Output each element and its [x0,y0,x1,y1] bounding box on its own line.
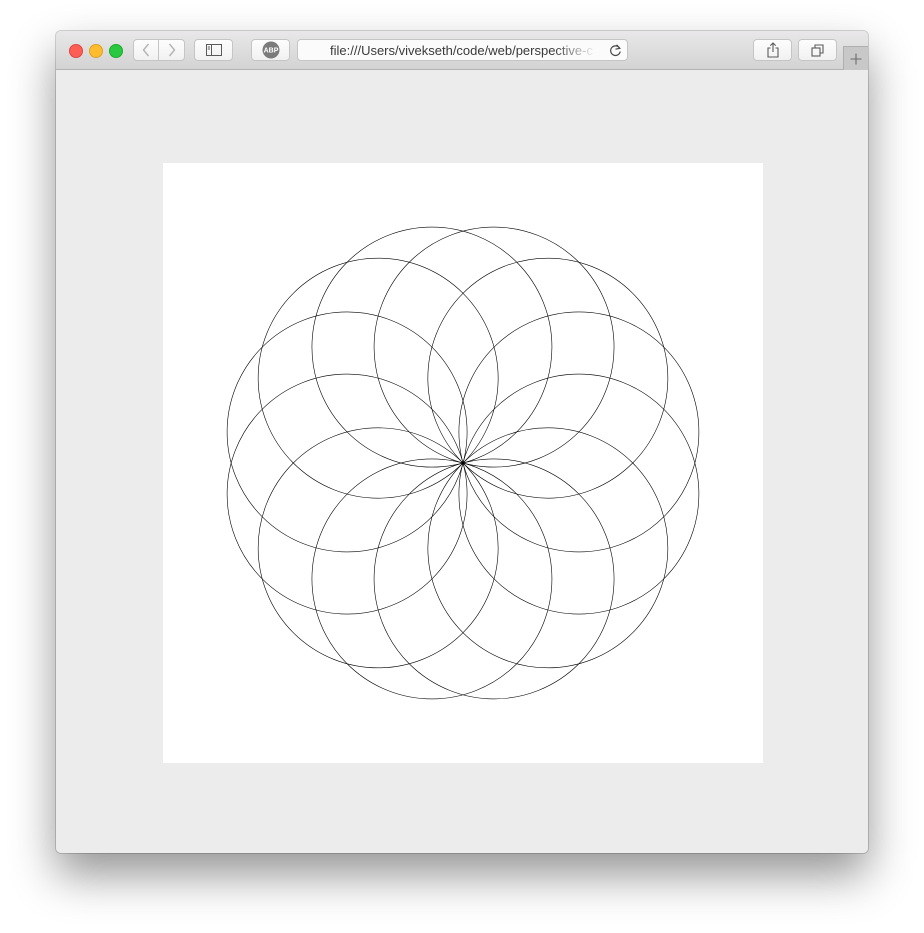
close-window-button[interactable] [69,44,83,58]
reload-icon[interactable] [609,44,622,57]
chevron-left-icon [142,43,150,57]
adblock-plus-icon: ABP [262,41,279,59]
adblock-badge-text: ABP [263,48,278,55]
address-bar[interactable]: file:///Users/vivekseth/code/web/perspec… [297,39,628,61]
circle-rosette-drawing [226,226,700,700]
drawing-canvas [163,163,763,763]
zoom-window-button[interactable] [109,44,123,58]
page-content [56,70,868,853]
sidebar-icon [205,44,222,56]
back-button[interactable] [133,39,159,61]
tab-overview-button[interactable] [798,39,837,61]
share-button[interactable] [753,39,792,61]
forward-button[interactable] [158,39,185,61]
share-icon [766,42,779,58]
sidebar-button[interactable] [194,39,233,61]
browser-window: ABP file:///Users/vivekseth/code/web/per… [56,31,868,853]
chevron-right-icon [168,43,175,57]
url-text: file:///Users/vivekseth/code/web/perspec… [330,43,593,58]
browser-toolbar: ABP file:///Users/vivekseth/code/web/per… [56,31,868,70]
adblock-button[interactable]: ABP [251,39,290,61]
new-tab-button[interactable] [843,46,868,70]
minimize-window-button[interactable] [89,44,103,58]
tab-overview-icon [810,43,824,57]
plus-icon [850,53,862,64]
